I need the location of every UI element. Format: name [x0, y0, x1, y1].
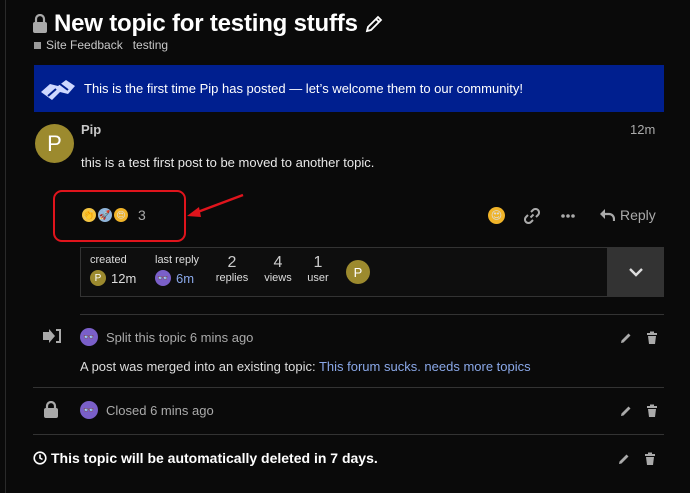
post-time[interactable]: 12m	[630, 122, 655, 137]
users-label: user	[307, 272, 329, 284]
left-rail	[0, 0, 6, 493]
first-post-banner: This is the first time Pip has posted — …	[34, 65, 664, 112]
split-arrow-icon	[43, 329, 61, 343]
trash-icon[interactable]	[643, 452, 657, 466]
post-username[interactable]: Pip	[81, 122, 101, 137]
split-action: 👓 Split this topic 6 mins ago	[80, 328, 253, 346]
lock-icon	[33, 14, 47, 33]
closed-actor-avatar[interactable]: 👓	[80, 401, 98, 419]
pencil-icon[interactable]	[617, 452, 631, 466]
welcome-hands-icon	[41, 79, 75, 100]
divider	[80, 314, 664, 315]
annotation-highlight-box	[53, 190, 186, 242]
post-body: this is a test first post to be moved to…	[81, 155, 375, 170]
trash-icon[interactable]	[645, 404, 659, 418]
share-link-button[interactable]	[524, 208, 540, 224]
stat-last-reply[interactable]: last reply 👓 6m	[155, 254, 199, 286]
split-text: Split this topic 6 mins ago	[106, 329, 254, 345]
pencil-icon[interactable]	[619, 331, 633, 345]
chevron-down-icon	[628, 268, 643, 277]
category-color-square	[34, 41, 41, 49]
closed-text: Closed 6 mins ago	[106, 402, 214, 418]
tag-link[interactable]: testing	[133, 38, 168, 52]
lock-icon	[44, 401, 58, 418]
topic-map: created P 12m last reply 👓 6m 2 replies …	[80, 247, 664, 297]
divider	[33, 387, 664, 388]
views-label: views	[264, 272, 292, 284]
topic-title[interactable]: New topic for testing stuffs	[54, 10, 358, 38]
reply-button[interactable]: Reply	[599, 207, 656, 223]
stat-created[interactable]: created P 12m	[90, 254, 136, 286]
last-reply-label: last reply	[155, 254, 200, 266]
pencil-icon[interactable]	[364, 14, 384, 34]
category-link[interactable]: Site Feedback	[46, 38, 123, 52]
participant-avatar[interactable]: P	[346, 260, 370, 284]
post-avatar[interactable]: P	[35, 124, 74, 163]
auto-delete-notice: This topic will be automatically deleted…	[33, 450, 378, 466]
created-avatar: P	[90, 270, 106, 286]
more-actions-button[interactable]	[560, 208, 576, 224]
views-count: 4	[273, 254, 283, 271]
merged-topic-link[interactable]: This forum sucks. needs more topics	[319, 359, 531, 374]
topic-meta: Site Feedback testing	[34, 38, 168, 52]
banner-text: This is the first time Pip has posted — …	[84, 81, 524, 96]
stat-replies: 2 replies	[215, 254, 249, 284]
split-actor-avatar[interactable]: 👓	[80, 328, 98, 346]
merge-prefix: A post was merged into an existing topic…	[80, 359, 319, 374]
stat-views: 4 views	[261, 254, 295, 284]
replies-count: 2	[227, 254, 237, 271]
last-reply-time: 6m	[176, 270, 195, 286]
reply-icon	[600, 209, 615, 221]
auto-delete-text: This topic will be automatically deleted…	[51, 450, 378, 466]
ellipsis-icon	[561, 214, 575, 218]
topic-title-row: New topic for testing stuffs	[32, 10, 384, 38]
expand-topic-map-button[interactable]	[607, 247, 664, 297]
last-reply-avatar: 👓	[155, 270, 171, 286]
closed-action: 👓 Closed 6 mins ago	[80, 401, 214, 419]
divider	[33, 434, 664, 435]
replies-label: replies	[215, 272, 249, 284]
heart-eyes-emoji-icon: 😍	[488, 207, 505, 224]
users-count: 1	[313, 254, 323, 271]
created-time: 12m	[111, 270, 137, 286]
reply-label: Reply	[620, 207, 656, 223]
clock-icon	[33, 451, 47, 465]
link-icon	[524, 208, 540, 224]
created-label: created	[90, 254, 127, 266]
merge-description: A post was merged into an existing topic…	[80, 359, 531, 374]
pencil-icon[interactable]	[619, 404, 633, 418]
stat-users: 1 user	[303, 254, 333, 284]
trash-icon[interactable]	[645, 331, 659, 345]
react-button[interactable]: 😍	[488, 207, 507, 224]
annotation-arrow-icon	[187, 193, 244, 217]
